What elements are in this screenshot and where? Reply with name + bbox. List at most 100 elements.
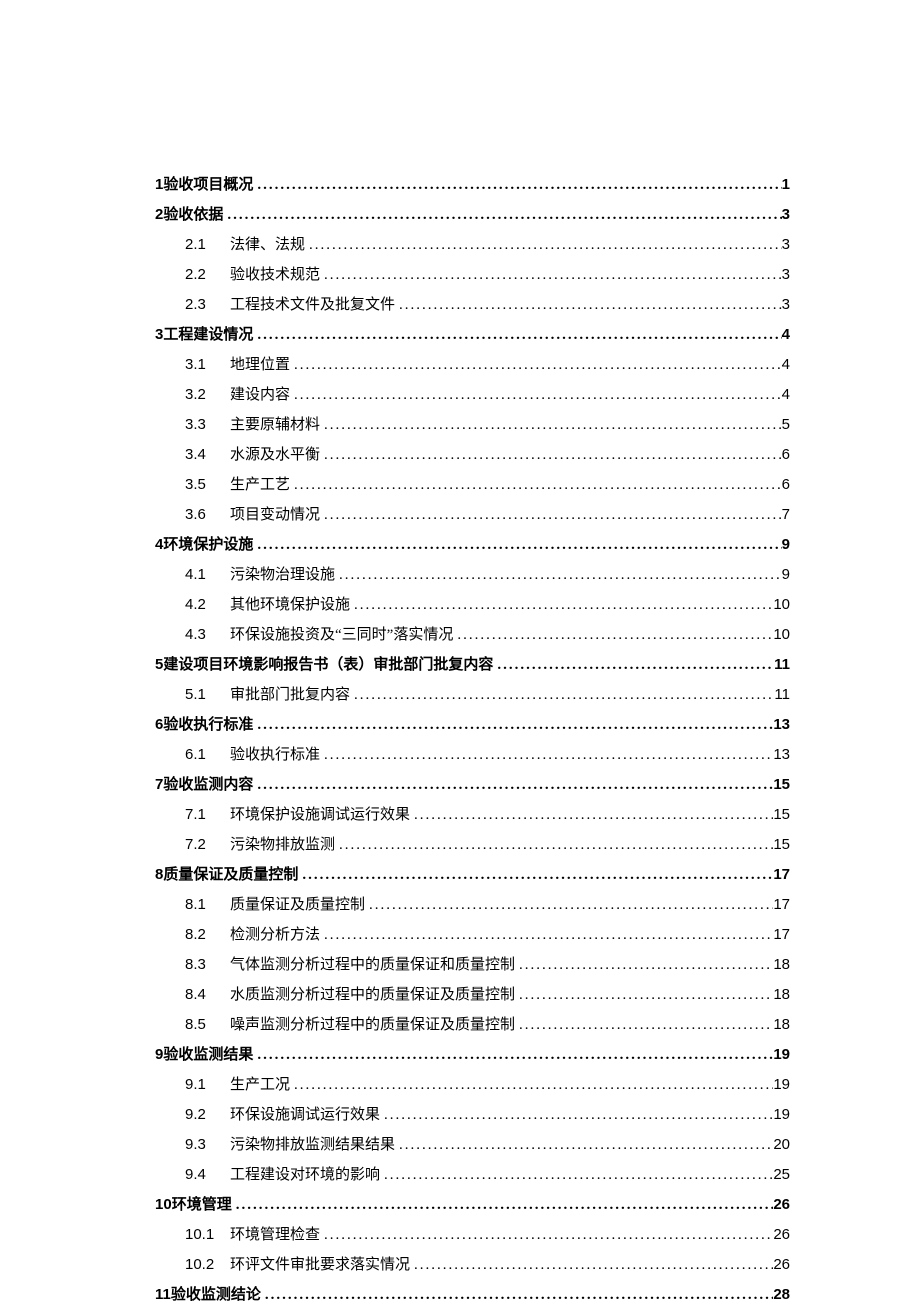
toc-number: 11 bbox=[155, 1280, 171, 1310]
toc-title: 环评文件审批要求落实情况 bbox=[230, 1250, 410, 1280]
toc-entry[interactable]: 7.2污染物排放监测15 bbox=[155, 830, 790, 860]
toc-entry[interactable]: 9.4工程建设对环境的影响25 bbox=[155, 1160, 790, 1190]
toc-number: 9.1 bbox=[185, 1070, 230, 1100]
toc-number: 9.2 bbox=[185, 1100, 230, 1130]
toc-entry[interactable]: 9 验收监测结果19 bbox=[155, 1040, 790, 1070]
toc-number: 5.1 bbox=[185, 680, 230, 710]
toc-entry[interactable]: 6.1验收执行标准13 bbox=[155, 740, 790, 770]
toc-title: 质量保证及质量控制 bbox=[230, 890, 365, 920]
toc-entry[interactable]: 8.2检测分析方法17 bbox=[155, 920, 790, 950]
toc-leader-dots bbox=[493, 650, 774, 680]
toc-entry[interactable]: 9.3污染物排放监测结果结果20 bbox=[155, 1130, 790, 1160]
toc-title: 主要原辅材料 bbox=[230, 410, 320, 440]
toc-page-number: 3 bbox=[782, 200, 790, 230]
toc-entry[interactable]: 3.4水源及水平衡6 bbox=[155, 440, 790, 470]
toc-entry[interactable]: 2.1法律、法规3 bbox=[155, 230, 790, 260]
toc-entry[interactable]: 2 验收依据3 bbox=[155, 200, 790, 230]
toc-entry[interactable]: 5.1审批部门批复内容 11 bbox=[155, 680, 790, 710]
toc-number: 8.5 bbox=[185, 1010, 230, 1040]
toc-leader-dots bbox=[515, 980, 773, 1010]
toc-entry[interactable]: 2.2验收技术规范3 bbox=[155, 260, 790, 290]
toc-entry[interactable]: 1 验收项目概况1 bbox=[155, 170, 790, 200]
toc-entry[interactable]: 10 环境管理26 bbox=[155, 1190, 790, 1220]
toc-title: 水源及水平衡 bbox=[230, 440, 320, 470]
toc-entry[interactable]: 7 验收监测内容15 bbox=[155, 770, 790, 800]
toc-number: 10.1 bbox=[185, 1220, 230, 1250]
toc-entry[interactable]: 8.5噪声监测分析过程中的质量保证及质量控制18 bbox=[155, 1010, 790, 1040]
toc-leader-dots bbox=[253, 170, 781, 200]
toc-leader-dots bbox=[253, 770, 773, 800]
toc-number: 7 bbox=[155, 770, 163, 800]
toc-entry[interactable]: 8.4水质监测分析过程中的质量保证及质量控制18 bbox=[155, 980, 790, 1010]
toc-title: 环境管理 bbox=[172, 1190, 232, 1220]
toc-entry[interactable]: 10.2环评文件审批要求落实情况26 bbox=[155, 1250, 790, 1280]
toc-number: 10.2 bbox=[185, 1250, 230, 1280]
toc-entry[interactable]: 6 验收执行标准13 bbox=[155, 710, 790, 740]
toc-entry[interactable]: 3.1地理位置4 bbox=[155, 350, 790, 380]
toc-entry[interactable]: 8.1质量保证及质量控制17 bbox=[155, 890, 790, 920]
toc-leader-dots bbox=[290, 350, 782, 380]
toc-page-number: 15 bbox=[773, 800, 790, 830]
toc-title: 生产工况 bbox=[230, 1070, 290, 1100]
toc-page-number: 10 bbox=[773, 620, 790, 650]
toc-leader-dots bbox=[410, 1250, 773, 1280]
toc-entry[interactable]: 3.2建设内容4 bbox=[155, 380, 790, 410]
toc-title: 法律、法规 bbox=[230, 230, 305, 260]
toc-page-number: 3 bbox=[782, 260, 790, 290]
toc-number: 4.2 bbox=[185, 590, 230, 620]
toc-leader-dots bbox=[515, 950, 773, 980]
toc-page-number: 9 bbox=[782, 530, 790, 560]
toc-page-number: 26 bbox=[773, 1190, 790, 1220]
toc-number: 3.6 bbox=[185, 500, 230, 530]
toc-entry[interactable]: 3.6项目变动情况7 bbox=[155, 500, 790, 530]
toc-page-number: 4 bbox=[782, 350, 790, 380]
toc-entry[interactable]: 4 环境保护设施9 bbox=[155, 530, 790, 560]
toc-entry[interactable]: 8 质量保证及质量控制17 bbox=[155, 860, 790, 890]
toc-leader-dots bbox=[290, 470, 782, 500]
toc-page-number: 11 bbox=[774, 650, 790, 680]
toc-entry[interactable]: 5 建设项目环境影响报告书（表）审批部门批复内容11 bbox=[155, 650, 790, 680]
toc-leader-dots bbox=[320, 410, 782, 440]
toc-leader-dots bbox=[253, 320, 781, 350]
toc-page-number: 1 bbox=[782, 170, 790, 200]
toc-entry[interactable]: 9.2环保设施调试运行效果19 bbox=[155, 1100, 790, 1130]
toc-leader-dots bbox=[320, 1220, 773, 1250]
toc-entry[interactable]: 4.3环保设施投资及“三同时”落实情况10 bbox=[155, 620, 790, 650]
toc-number: 4 bbox=[155, 530, 163, 560]
toc-leader-dots bbox=[290, 380, 782, 410]
toc-leader-dots bbox=[350, 680, 774, 710]
toc-page-number: 25 bbox=[773, 1160, 790, 1190]
toc-leader-dots bbox=[261, 1280, 773, 1310]
toc-title: 项目变动情况 bbox=[230, 500, 320, 530]
toc-leader-dots bbox=[380, 1100, 773, 1130]
toc-entry[interactable]: 11 验收监测结论28 bbox=[155, 1280, 790, 1310]
toc-number: 3.5 bbox=[185, 470, 230, 500]
toc-entry[interactable]: 3.3主要原辅材料5 bbox=[155, 410, 790, 440]
toc-page-number: 18 bbox=[773, 1010, 790, 1040]
toc-page-number: 11 bbox=[774, 680, 790, 710]
toc-entry[interactable]: 3.5生产工艺6 bbox=[155, 470, 790, 500]
toc-page-number: 18 bbox=[773, 950, 790, 980]
toc-leader-dots bbox=[298, 860, 773, 890]
toc-leader-dots bbox=[253, 710, 773, 740]
toc-entry[interactable]: 8.3气体监测分析过程中的质量保证和质量控制18 bbox=[155, 950, 790, 980]
toc-entry[interactable]: 4.2其他环境保护设施10 bbox=[155, 590, 790, 620]
toc-entry[interactable]: 2.3工程技术文件及批复文件3 bbox=[155, 290, 790, 320]
toc-leader-dots bbox=[223, 200, 781, 230]
toc-title: 审批部门批复内容 bbox=[230, 680, 350, 710]
toc-title: 工程建设对环境的影响 bbox=[230, 1160, 380, 1190]
toc-number: 3.2 bbox=[185, 380, 230, 410]
toc-page-number: 26 bbox=[773, 1220, 790, 1250]
toc-entry[interactable]: 3 工程建设情况4 bbox=[155, 320, 790, 350]
toc-entry[interactable]: 9.1生产工况19 bbox=[155, 1070, 790, 1100]
toc-page-number: 9 bbox=[782, 560, 790, 590]
toc-number: 2.2 bbox=[185, 260, 230, 290]
toc-entry[interactable]: 7.1环境保护设施调试运行效果15 bbox=[155, 800, 790, 830]
toc-leader-dots bbox=[320, 920, 773, 950]
toc-title: 工程建设情况 bbox=[163, 320, 253, 350]
toc-title: 建设项目环境影响报告书（表）审批部门批复内容 bbox=[163, 650, 493, 680]
toc-title: 工程技术文件及批复文件 bbox=[230, 290, 395, 320]
toc-entry[interactable]: 4.1污染物治理设施9 bbox=[155, 560, 790, 590]
toc-number: 3.4 bbox=[185, 440, 230, 470]
toc-entry[interactable]: 10.1环境管理检查26 bbox=[155, 1220, 790, 1250]
